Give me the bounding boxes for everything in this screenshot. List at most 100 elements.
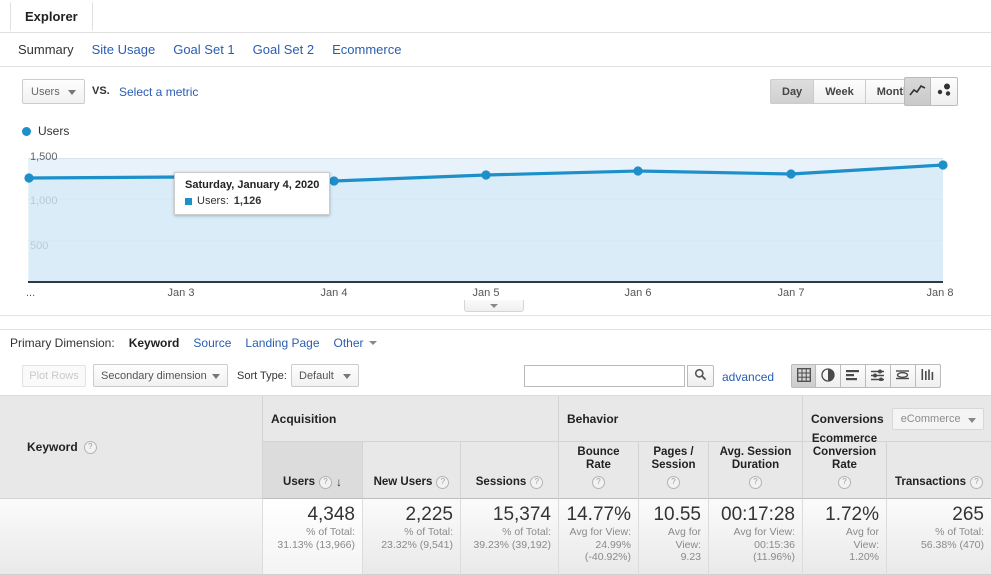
table-cell-avg-session-duration-sub3: (11.96%) [753,551,795,563]
performance-view-icon [846,369,860,384]
primary-dimension-other[interactable]: Other [334,336,377,350]
table-cell-transactions-sub2: 56.38% (470) [920,538,984,551]
table-column-pages-session[interactable]: Pages / Session ? [639,442,709,499]
sort-descending-icon[interactable]: ↓ [336,476,342,489]
plot-rows-button[interactable]: Plot Rows [22,365,86,387]
table-row-keyword-cell [0,499,263,575]
users-line-chart[interactable]: 1,500 1,000 500 ... Jan 3 Jan 4 Jan 5 Ja… [0,145,991,305]
table-header-keyword[interactable]: Keyword ? [0,396,263,499]
advanced-link[interactable]: advanced [722,370,774,384]
performance-view-button[interactable] [841,364,866,388]
table-column-ecommerce-conversion-rate[interactable]: Ecommerce Conversion Rate ? [803,433,887,499]
term-cloud-view-button[interactable] [916,364,941,388]
table-cell-bounce-rate: 14.77% Avg for View: 24.99% (-40.92%) [559,499,639,575]
select-a-metric-link[interactable]: Select a metric [119,85,198,99]
chevron-down-icon [68,90,76,95]
keyword-data-table: Keyword ? Acquisition Behavior Conversio… [0,396,991,575]
chevron-down-icon [343,374,351,379]
secondary-dimension-label: Secondary dimension [101,369,207,382]
search-button[interactable] [687,365,714,387]
table-cell-ecommerce-conversion-rate-sub3: 1.20% [849,551,879,563]
table-column-transactions[interactable]: Transactions ? [887,442,991,499]
line-chart-icon [909,84,926,100]
table-cell-pages-session-sub3: 9.23 [680,551,701,563]
table-cell-pages-session: 10.55 Avg for View: 9.23 [639,499,709,575]
granularity-week[interactable]: Week [814,79,866,104]
help-icon[interactable]: ? [530,476,544,489]
primary-dimension-landing-page[interactable]: Landing Page [245,336,319,350]
help-icon[interactable]: ? [838,476,851,489]
explorer-tabstrip: Explorer [0,0,991,33]
conversions-type-select[interactable]: eCommerce [891,407,984,430]
search-input[interactable] [524,365,685,387]
primary-dimension-source[interactable]: Source [193,336,231,350]
subnav-item-summary[interactable]: Summary [18,42,74,57]
table-cell-transactions-value: 265 [952,504,984,525]
subnav-item-site-usage[interactable]: Site Usage [92,42,156,57]
table-column-avg-session-duration[interactable]: Avg. Session Duration ? [709,442,803,499]
table-view-button[interactable] [791,364,816,388]
table-column-sessions[interactable]: Sessions ? [461,442,559,499]
subnav-item-goal-set-1[interactable]: Goal Set 1 [173,42,234,57]
subnav-item-ecommerce[interactable]: Ecommerce [332,42,401,57]
table-cell-pages-session-sub1: Avg for [667,526,701,538]
chart-series-svg [24,160,948,281]
table-cell-sessions-sub1: % of Total: [502,526,551,538]
comparison-view-button[interactable] [866,364,891,388]
help-icon[interactable]: ? [969,476,983,489]
tooltip-value: 1,126 [233,195,262,207]
secondary-dimension-select[interactable]: Secondary dimension [93,364,228,387]
primary-dimension-bar: Primary Dimension: Keyword Source Landin… [0,330,991,356]
help-icon[interactable]: ? [436,476,450,489]
term-cloud-view-icon [921,368,935,384]
help-icon[interactable]: ? [667,476,680,489]
granularity-toggle: Day Week Month [770,79,922,104]
help-icon[interactable]: ? [592,476,605,489]
primary-dimension-other-label: Other [333,336,364,350]
report-subnav: Summary Site Usage Goal Set 1 Goal Set 2… [0,33,991,67]
table-cell-pages-session-value: 10.55 [653,504,701,525]
table-group-behavior: Behavior [559,396,803,442]
pivot-view-button[interactable] [891,364,916,388]
table-column-users-label: Users [283,476,315,488]
tooltip-date: Saturday, January 4, 2020 [185,179,320,191]
table-group-acquisition-label: Acquisition [271,411,337,426]
help-icon[interactable]: ? [83,440,97,454]
table-cell-users: 4,348 % of Total: 31.13% (13,966) [263,499,363,575]
table-column-pages-session-label: Pages / Session [651,446,696,471]
tab-explorer-label: Explorer [25,9,78,24]
table-cell-transactions-sub1: % of Total: [935,526,984,538]
table-cell-users-sub1: % of Total: [306,526,355,538]
table-cell-avg-session-duration-sub2: 00:15:36 [754,538,795,551]
table-cell-users-value: 4,348 [307,504,355,525]
table-column-transactions-label: Transactions [895,476,966,488]
pie-view-button[interactable] [816,364,841,388]
sort-type-select[interactable]: Default [291,364,359,387]
table-summary-row: 4,348 % of Total: 31.13% (13,966) 2,225 … [0,499,991,575]
chart-legend: Users [22,124,69,138]
table-cell-bounce-rate-sub1: Avg for View: [569,526,631,538]
tooltip-swatch-icon [185,197,192,205]
metric-select-users[interactable]: Users [22,79,85,104]
motion-chart-button[interactable] [931,77,958,106]
table-cell-avg-session-duration-value: 00:17:28 [721,504,795,525]
table-column-users[interactable]: Users ? ↓ [263,442,363,499]
chart-collapse-handle[interactable] [464,300,524,312]
table-column-bounce-rate[interactable]: Bounce Rate ? [559,442,639,499]
primary-dimension-keyword[interactable]: Keyword [129,336,180,350]
table-cell-avg-session-duration: 00:17:28 Avg for View: 00:15:36 (11.96%) [709,499,803,575]
table-cell-new-users-value: 2,225 [405,504,453,525]
granularity-day[interactable]: Day [770,79,815,104]
help-icon[interactable]: ? [749,476,762,489]
subnav-item-goal-set-2[interactable]: Goal Set 2 [253,42,314,57]
motion-chart-icon [936,83,953,100]
tab-explorer[interactable]: Explorer [10,1,93,31]
table-view-icon [796,367,811,385]
line-chart-button[interactable] [904,77,931,106]
table-cell-pages-session-sub2: View: [675,538,702,551]
table-cell-bounce-rate-value: 14.77% [566,504,631,525]
table-column-new-users[interactable]: New Users ? [363,442,461,499]
table-view-toggle [791,364,941,388]
help-icon[interactable]: ? [318,476,332,489]
table-column-sessions-label: Sessions [475,476,527,488]
